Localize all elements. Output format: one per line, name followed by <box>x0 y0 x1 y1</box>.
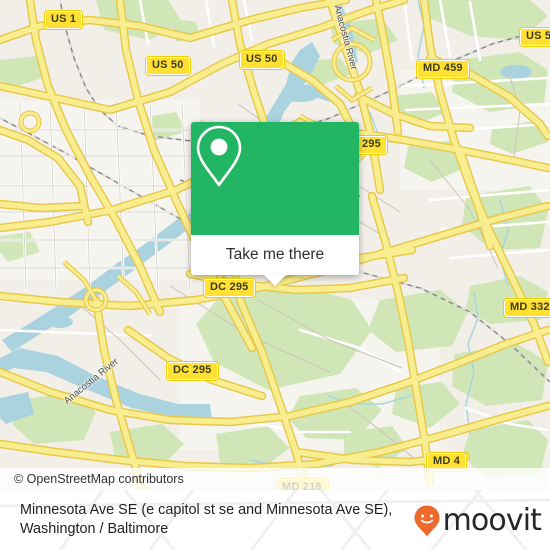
road-shield-dc-295-upper[interactable]: DC 295 <box>203 278 256 298</box>
moovit-brand[interactable]: moovit <box>412 503 542 538</box>
map-canvas[interactable]: Anacostia River Anacostia River US 1 US … <box>0 0 550 490</box>
popup-pointer-tail <box>264 275 286 286</box>
popup-icon-area <box>191 122 359 235</box>
road-shield-md-332[interactable]: MD 332 <box>503 298 550 318</box>
map-pin-icon <box>196 125 242 187</box>
road-shield-us-50-center[interactable]: US 50 <box>239 50 285 70</box>
footer-bar: Minnesota Ave SE (e capitol st se and Mi… <box>0 490 550 550</box>
moovit-pin-smiley-icon <box>414 505 440 537</box>
road-shield-dc-295-lower[interactable]: DC 295 <box>166 361 219 381</box>
road-shield-us-1[interactable]: US 1 <box>43 10 84 30</box>
road-shield-md-459[interactable]: MD 459 <box>416 59 470 79</box>
moovit-wordmark: moovit <box>442 503 542 538</box>
map-screenshot-root: Anacostia River Anacostia River US 1 US … <box>0 0 550 550</box>
map-attribution[interactable]: © OpenStreetMap contributors <box>0 468 550 490</box>
popup-action-bar[interactable]: Take me there <box>191 235 359 286</box>
take-me-there-label: Take me there <box>225 246 325 263</box>
road-shield-295[interactable]: 295 <box>355 135 388 155</box>
location-title: Minnesota Ave SE (e capitol st se and Mi… <box>20 502 393 537</box>
location-popup-card[interactable]: Take me there <box>191 122 359 286</box>
road-shield-us-50-west[interactable]: US 50 <box>145 56 191 76</box>
road-shield-us-50-east[interactable]: US 50 <box>519 27 550 47</box>
